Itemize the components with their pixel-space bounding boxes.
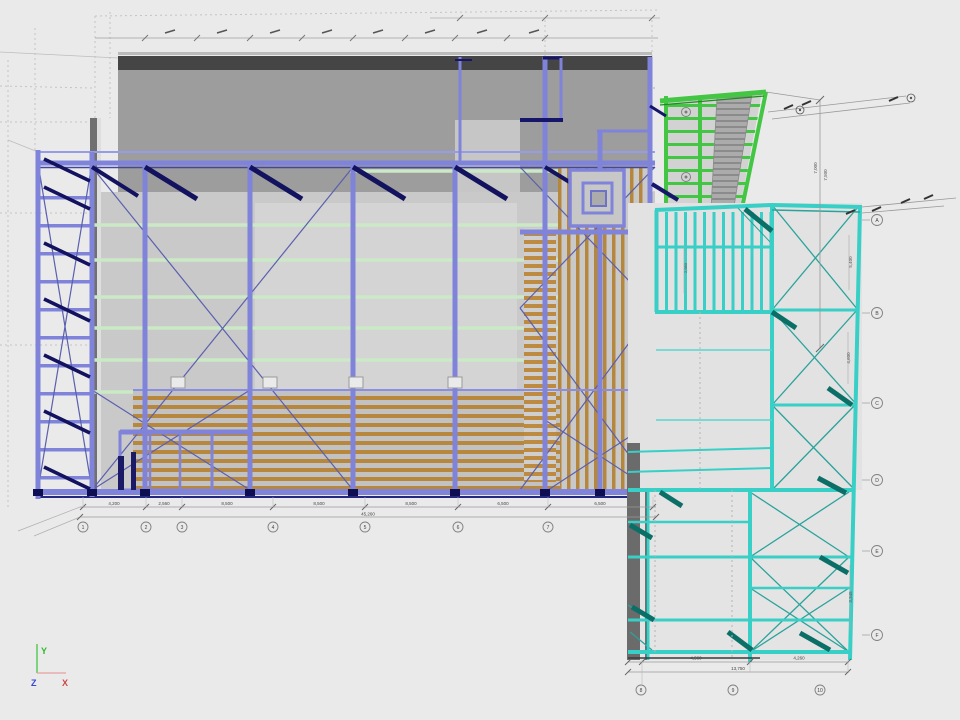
wing-height-2: 4,600 bbox=[846, 352, 851, 364]
wall-dark-band bbox=[118, 56, 652, 70]
dim-right-2: 4,260 bbox=[793, 656, 805, 661]
grid-bubble-9: 9 bbox=[732, 688, 735, 694]
wing-backdrop-lower bbox=[628, 490, 852, 660]
cyan-wing-frame[interactable] bbox=[627, 203, 862, 662]
stair-height-2: 7,500 bbox=[823, 169, 828, 181]
stair-treads-strip[interactable] bbox=[524, 228, 556, 482]
grid-bubble-4: 4 bbox=[272, 525, 275, 531]
wing-height-3: 3,345 bbox=[848, 591, 853, 603]
wing-dark-strip bbox=[627, 443, 640, 660]
grid-bubble-6: 6 bbox=[457, 525, 460, 531]
grid-bubble-F: F bbox=[875, 633, 878, 639]
stair-height-1: 7,000 bbox=[813, 162, 818, 174]
dim-bottom-2: 2,560 bbox=[158, 501, 170, 506]
wall-top-edge bbox=[118, 52, 652, 55]
grid-bubble-1: 1 bbox=[82, 525, 85, 531]
dim-bottom-5: 8,500 bbox=[405, 501, 417, 506]
grid-bubble-3: 3 bbox=[181, 525, 184, 531]
axis-z-label: Z bbox=[31, 678, 37, 688]
stair-symbol bbox=[570, 170, 624, 226]
dim-bottom-7: 6,500 bbox=[594, 501, 606, 506]
dim-bottom-total: 45,260 bbox=[361, 512, 375, 517]
dim-right-1: 4,560 bbox=[690, 656, 702, 661]
plan-width-note: 2,980 bbox=[683, 262, 688, 273]
grid-bubble-7: 7 bbox=[547, 525, 550, 531]
grid-bubble-5: 5 bbox=[364, 525, 367, 531]
grid-bubble-C: C bbox=[875, 401, 879, 407]
cad-viewport[interactable]: 7,000 7,500 5,400 4,600 3,345 2,980 4,20… bbox=[0, 0, 960, 720]
dim-bottom-3: 8,500 bbox=[221, 501, 233, 506]
grid-bubble-2: 2 bbox=[145, 525, 148, 531]
dim-right-total: 13,750 bbox=[731, 666, 745, 671]
wing-plan-studs bbox=[656, 212, 772, 312]
grid-bubble-10: 10 bbox=[817, 688, 823, 694]
wing-height-1: 5,400 bbox=[848, 256, 853, 268]
floor-joists[interactable] bbox=[133, 390, 560, 490]
dim-bottom-6: 6,500 bbox=[497, 501, 509, 506]
dim-bottom-4: 8,500 bbox=[313, 501, 325, 506]
grid-bubble-8: 8 bbox=[640, 688, 643, 694]
wall-light-panel bbox=[455, 120, 520, 192]
axis-x-label: X bbox=[62, 678, 68, 688]
dim-bottom-1: 4,200 bbox=[108, 501, 120, 506]
grid-bubble-D: D bbox=[875, 478, 879, 484]
axis-y-label: Y bbox=[41, 646, 47, 656]
drawing-canvas[interactable]: 7,000 7,500 5,400 4,600 3,345 2,980 4,20… bbox=[0, 0, 960, 720]
